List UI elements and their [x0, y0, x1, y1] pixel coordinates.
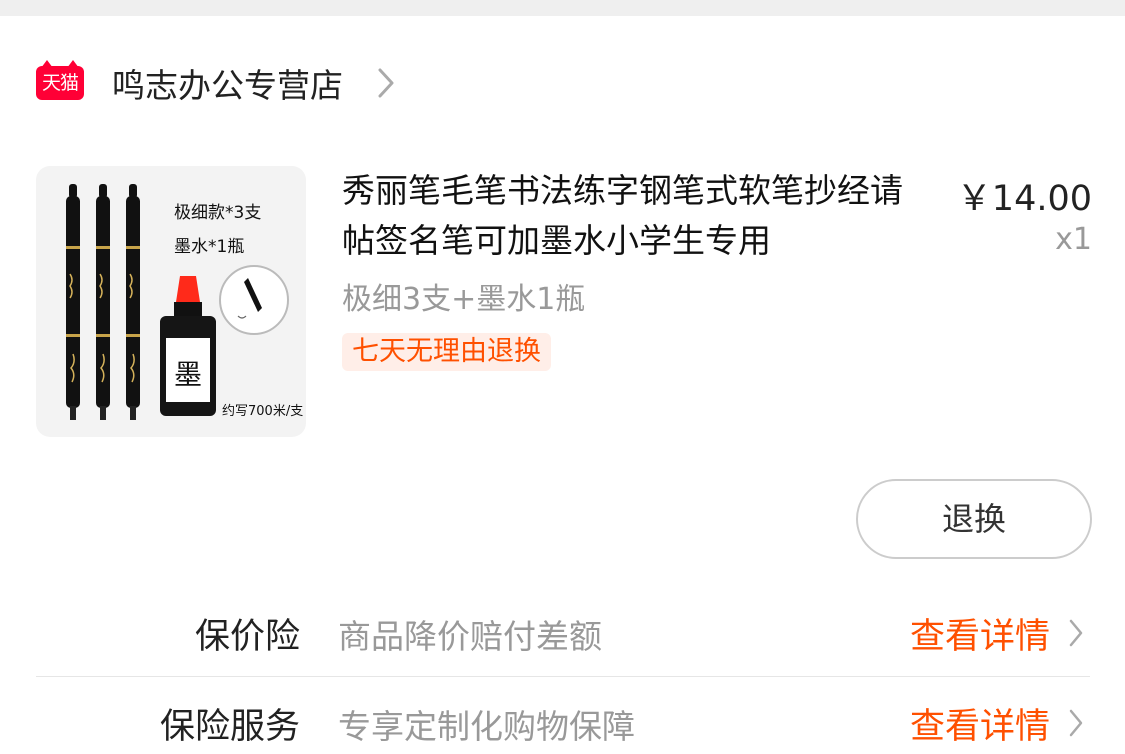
service-description: 商品降价赔付差额 [338, 617, 602, 656]
service-row-price-protection[interactable]: 保价险 商品降价赔付差额 查看详情 [36, 590, 1090, 676]
pen-image [126, 184, 140, 420]
chevron-right-icon[interactable] [1068, 618, 1084, 648]
image-caption: 极细款*3支 [174, 203, 262, 223]
pen-image [96, 184, 110, 420]
product-thumbnail[interactable]: 极细款*3支 墨水*1瓶 墨 约写700米/支 [36, 166, 306, 437]
product-variant: 极细3支+墨水1瓶 [342, 282, 586, 317]
return-policy-tag: 七天无理由退换 [342, 333, 551, 371]
product-title[interactable]: 秀丽笔毛笔书法练字钢笔式软笔抄经请帖签名笔可加墨水小学生专用 [342, 166, 907, 266]
service-row-insurance[interactable]: 保险服务 专享定制化购物保障 查看详情 [36, 680, 1090, 754]
product-price: ￥14.00 [956, 179, 1092, 219]
top-separator [0, 0, 1125, 16]
store-name[interactable]: 鸣志办公专营店 [112, 59, 343, 107]
return-exchange-button[interactable]: 退换 [856, 479, 1092, 559]
view-details-link[interactable]: 查看详情 [910, 698, 1050, 749]
ink-bottle-image: 墨 [160, 276, 216, 416]
chevron-right-icon[interactable] [377, 67, 395, 99]
order-item-page: 天猫 鸣志办公专营店 极细款*3支 墨水*1瓶 墨 约写700米/支 秀丽笔毛笔… [0, 0, 1125, 754]
bottle-label-char: 墨 [174, 358, 202, 391]
tmall-logo-icon: 天猫 [36, 60, 84, 100]
store-header[interactable]: 天猫 鸣志办公专营店 [36, 60, 395, 106]
service-label: 保价险 [194, 617, 300, 657]
view-details-link[interactable]: 查看详情 [910, 608, 1050, 659]
nib-detail-icon [219, 265, 289, 335]
image-caption: 墨水*1瓶 [174, 237, 245, 257]
product-quantity: x1 [1055, 222, 1092, 257]
pen-image [66, 184, 80, 420]
service-label: 保险服务 [159, 707, 300, 747]
service-description: 专享定制化购物保障 [338, 707, 635, 746]
chevron-right-icon[interactable] [1068, 708, 1084, 738]
divider [36, 676, 1090, 677]
image-caption: 约写700米/支 [222, 404, 304, 419]
